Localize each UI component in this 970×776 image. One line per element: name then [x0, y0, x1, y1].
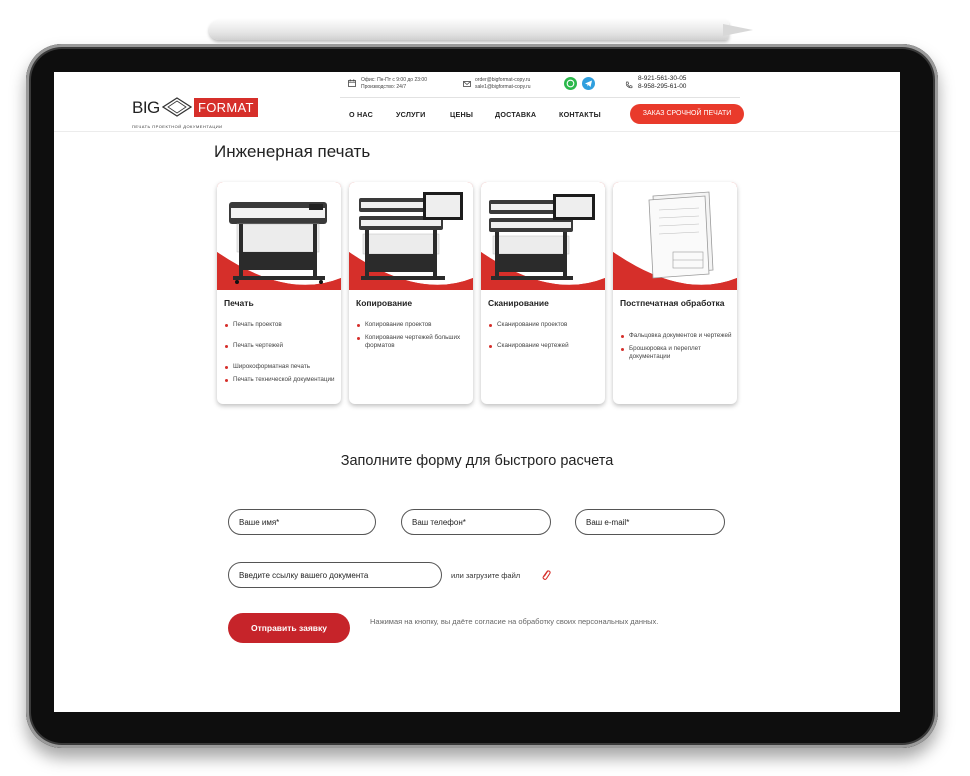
card-title: Постпечатная обработка [620, 298, 725, 308]
card-list: Копирование проектов Копирование чертеже… [356, 321, 470, 350]
service-card-print[interactable]: Печать Печать проектов Печать чертежей Ш… [217, 182, 341, 404]
logo-format-text: FORMAT [194, 98, 258, 117]
telegram-icon[interactable] [582, 77, 595, 90]
list-item[interactable]: Брошюровка и переплет документации [620, 345, 734, 361]
list-item[interactable]: Печать чертежей [224, 342, 338, 350]
header-bottom-line [54, 131, 900, 132]
scanner-image [481, 182, 605, 290]
nav-services[interactable]: УСЛУГИ [396, 110, 425, 119]
list-item[interactable]: Печать технической документации [224, 376, 338, 384]
list-item[interactable]: Сканирование чертежей [488, 342, 602, 350]
document-image [613, 182, 737, 290]
name-field[interactable] [228, 509, 376, 535]
list-item[interactable]: Копирование проектов [356, 321, 470, 329]
list-item[interactable]: Широкоформатная печать [224, 363, 338, 371]
submit-button[interactable]: Отправить заявку [228, 613, 350, 643]
copier-image [349, 182, 473, 290]
phone-2[interactable]: 8-958-295-61-00 [638, 83, 686, 91]
work-hours: Офис: Пн-Пт с 9:00 до 23:00 Производство… [361, 77, 427, 91]
service-card-copy[interactable]: Копирование Копирование проектов Копиров… [349, 182, 473, 404]
phone-1[interactable]: 8-921-561-30-05 [638, 75, 686, 83]
paperclip-icon[interactable] [541, 569, 551, 581]
consent-text: Нажимая на кнопку, вы даёте согласие на … [370, 617, 659, 626]
service-card-scan[interactable]: Сканирование Сканирование проектов Скани… [481, 182, 605, 404]
mail-icon [463, 81, 471, 87]
work-hours-office: Офис: Пн-Пт с 9:00 до 23:00 [361, 77, 427, 83]
nav-prices[interactable]: ЦЕНЫ [450, 110, 473, 119]
nav-contacts[interactable]: КОНТАКТЫ [559, 110, 601, 119]
email-order[interactable]: order@bigformat-copy.ru [475, 77, 531, 84]
page-title: Инженерная печать [214, 142, 371, 161]
list-item[interactable]: Печать проектов [224, 321, 338, 329]
card-title: Сканирование [488, 298, 549, 308]
card-title: Печать [224, 298, 254, 308]
upload-file-link[interactable]: или загрузите файл [451, 571, 520, 580]
work-hours-production: Производство: 24/7 [361, 84, 407, 90]
list-item[interactable]: Фальцовка документов и чертежей [620, 332, 734, 340]
nav-about[interactable]: О НАС [349, 110, 373, 119]
logo-diamond-icon [162, 97, 192, 117]
stylus-icon [203, 18, 758, 44]
card-title: Копирование [356, 298, 413, 308]
urgent-print-button[interactable]: ЗАКАЗ СРОЧНОЙ ПЕЧАТИ [630, 104, 744, 124]
email-sale[interactable]: sale1@bigformat-copy.ru [475, 84, 531, 91]
phone-icon [625, 81, 633, 89]
logo-big-text: BIG [132, 98, 160, 117]
site-logo[interactable]: BIG FORMAT ПЕЧАТЬ ПРОЕКТНОЙ ДОКУМЕНТАЦИИ [132, 94, 258, 132]
calendar-icon [348, 79, 356, 87]
card-list: Сканирование проектов Сканирование черте… [488, 321, 602, 350]
card-list: Печать проектов Печать чертежей Широкофо… [224, 321, 338, 384]
website-screen: BIG FORMAT ПЕЧАТЬ ПРОЕКТНОЙ ДОКУМЕНТАЦИИ… [54, 72, 900, 712]
stage: BIG FORMAT ПЕЧАТЬ ПРОЕКТНОЙ ДОКУМЕНТАЦИИ… [0, 0, 970, 776]
whatsapp-icon[interactable] [564, 77, 577, 90]
form-title: Заполните форму для быстрого расчета [340, 453, 614, 469]
document-link-field[interactable] [228, 562, 442, 588]
nav-delivery[interactable]: ДОСТАВКА [495, 110, 536, 119]
header-divider [340, 97, 740, 98]
service-card-postprocessing[interactable]: Постпечатная обработка Фальцовка докумен… [613, 182, 737, 404]
plotter-image [217, 182, 341, 290]
emails: order@bigformat-copy.ru sale1@bigformat-… [475, 77, 531, 91]
card-list: Фальцовка документов и чертежей Брошюров… [620, 332, 734, 361]
phones: 8-921-561-30-05 8-958-295-61-00 [638, 75, 686, 91]
phone-field[interactable] [401, 509, 551, 535]
list-item[interactable]: Копирование чертежей больших форматов [356, 334, 470, 350]
list-item[interactable]: Сканирование проектов [488, 321, 602, 329]
logo-subtitle: ПЕЧАТЬ ПРОЕКТНОЙ ДОКУМЕНТАЦИИ [132, 124, 223, 129]
email-field[interactable] [575, 509, 725, 535]
